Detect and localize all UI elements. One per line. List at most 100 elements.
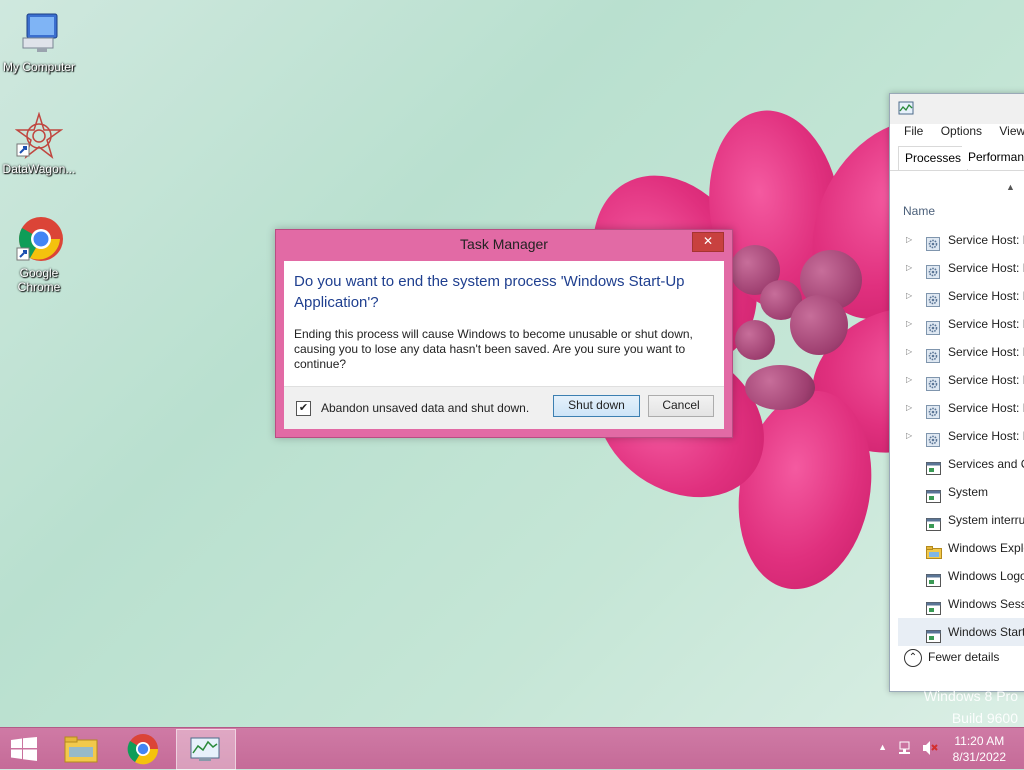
expand-arrow-icon[interactable]: ▷ [906,254,912,282]
process-name: Service Host: L [948,233,1024,247]
gear-icon [926,317,940,335]
task-manager-titlebar[interactable] [890,94,1024,124]
abandon-data-label[interactable]: Abandon unsaved data and shut down. [321,401,529,415]
abandon-data-checkbox[interactable]: ✔ [296,401,311,416]
desktop-icon-my-computer[interactable]: My Computer [1,10,77,74]
tab-performance[interactable]: Performance [962,146,1024,169]
clock[interactable]: 11:20 AM 8/31/2022 [953,733,1006,765]
app-window-icon [926,597,941,615]
process-row[interactable]: System [898,478,1024,506]
process-name: Windows Logo [948,569,1024,583]
menu-view[interactable]: View [999,124,1024,138]
process-row[interactable]: Windows Logo [898,562,1024,590]
show-hidden-icons-icon[interactable]: ▲ [878,742,887,752]
process-row[interactable]: ▷ Service Host: L [898,282,1024,310]
file-explorer-icon [64,735,98,768]
task-manager-icon [190,736,220,767]
expand-arrow-icon[interactable]: ▷ [906,394,912,422]
dialog-footer: ✔ Abandon unsaved data and shut down. Sh… [284,386,724,429]
desktop-icon-google-chrome[interactable]: Google Chrome [1,216,77,294]
tab-processes[interactable]: Processes [898,146,969,170]
cancel-button[interactable]: Cancel [648,395,714,417]
process-name: Service Host: L [948,261,1024,275]
process-name: Service Host: N [948,401,1024,415]
computer-icon [15,10,63,58]
task-manager-tabs: Processes Performance [890,146,1024,171]
close-button[interactable]: ✕ [692,232,724,252]
clock-time: 11:20 AM [954,734,1005,748]
process-name: Windows Start [948,625,1024,639]
gear-icon [926,289,940,307]
expand-arrow-icon[interactable]: ▷ [906,310,912,338]
windows-watermark-build: Build 9600 [951,710,1018,726]
process-row[interactable]: ▷ Service Host: L [898,310,1024,338]
gear-icon [926,429,940,447]
app-window-icon [926,457,941,475]
fewer-details-button[interactable]: ⌃ Fewer details [904,649,999,667]
process-name: Windows Sessi [948,597,1024,611]
process-row[interactable]: ▷ Service Host: L [898,254,1024,282]
task-manager-icon [898,101,914,122]
expand-arrow-icon[interactable]: ▷ [906,338,912,366]
task-manager-menubar: File Options View [890,124,1024,144]
process-row[interactable]: Windows Start [898,618,1024,646]
sort-arrow-icon[interactable]: ▲ [1006,182,1015,192]
taskbar-chrome[interactable] [114,729,172,768]
datawagon-icon [14,111,64,160]
expand-arrow-icon[interactable]: ▷ [906,226,912,254]
menu-file[interactable]: File [904,124,923,138]
gear-icon [926,233,940,251]
start-icon [10,737,38,766]
process-row[interactable]: ▷ Service Host: N [898,366,1024,394]
process-name: Service Host: N [948,373,1024,387]
volume-muted-icon[interactable] [922,740,938,761]
close-icon: ✕ [702,234,714,248]
clock-date: 8/31/2022 [952,750,1006,764]
process-row[interactable]: ▷ Service Host: L [898,226,1024,254]
expand-arrow-icon[interactable]: ▷ [906,282,912,310]
network-icon[interactable] [898,740,914,761]
process-row[interactable]: System interru [898,506,1024,534]
taskbar-task-manager[interactable] [176,729,236,770]
process-row[interactable]: ▷ Service Host: N [898,394,1024,422]
chrome-icon [127,733,159,770]
process-name: Services and C [948,457,1024,471]
dialog-title: Task Manager [460,236,548,252]
shut-down-button[interactable]: Shut down [553,395,640,417]
desktop-icon-datawagon[interactable]: DataWagon... [1,111,77,176]
dialog-question: Do you want to end the system process 'W… [294,273,685,311]
start-button[interactable] [0,729,58,768]
taskbar: ▲ 11:20 AM 8/31/2022 [0,727,1024,770]
expand-arrow-icon[interactable]: ▷ [906,422,912,450]
process-row[interactable]: Windows Sessi [898,590,1024,618]
process-row[interactable]: ▷ Service Host: L [898,338,1024,366]
gear-icon [926,345,940,363]
folder-icon [926,541,942,559]
task-manager-window: File Options View Processes Performance … [889,93,1024,692]
process-name: Service Host: R [948,429,1024,443]
app-window-icon [926,569,941,587]
taskbar-file-explorer[interactable] [52,729,110,768]
process-name: System interru [948,513,1024,527]
gear-icon [926,373,940,391]
process-row[interactable]: Services and C [898,450,1024,478]
app-window-icon [926,513,941,531]
process-name: Windows Explo [948,541,1024,555]
menu-options[interactable]: Options [941,124,982,138]
process-row[interactable]: Windows Explo [898,534,1024,562]
expand-arrow-icon[interactable]: ▷ [906,366,912,394]
app-window-icon [926,485,941,503]
process-name: Service Host: L [948,345,1024,359]
process-name: System [948,485,989,499]
process-name: Service Host: L [948,289,1024,303]
app-window-icon [926,625,941,643]
process-row[interactable]: ▷ Service Host: R [898,422,1024,450]
end-process-dialog: Task Manager ✕ Do you want to end the sy… [275,229,733,438]
dialog-body: Do you want to end the system process 'W… [284,261,724,429]
process-name: Service Host: L [948,317,1024,331]
column-header-name[interactable]: Name [903,204,935,218]
dialog-detail: Ending this process will cause Windows t… [294,327,693,371]
gear-icon [926,261,940,279]
windows-watermark-edition: Windows 8 Pro [923,688,1018,704]
process-list: ▷ Service Host: L ▷ Service Host: L ▷ Service… [898,226,1024,646]
